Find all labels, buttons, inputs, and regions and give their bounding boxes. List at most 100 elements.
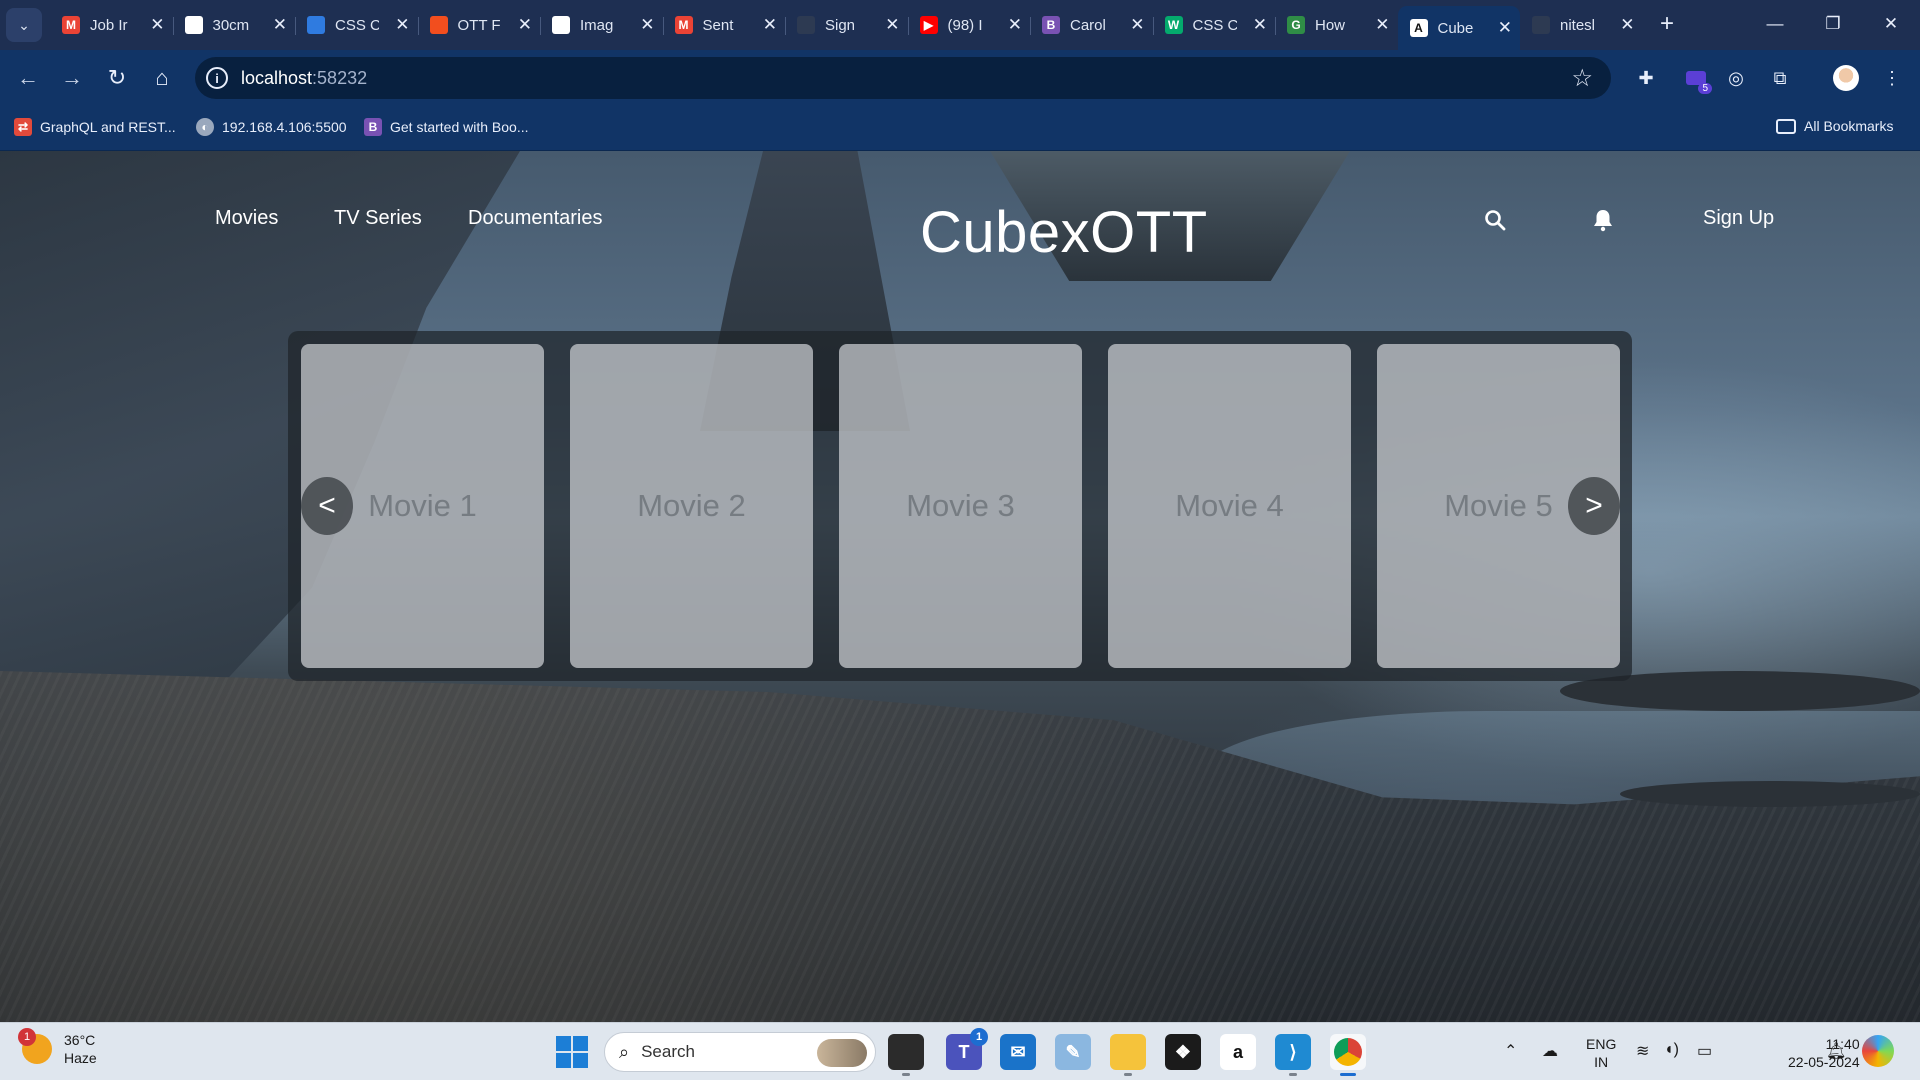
sync-extension-icon[interactable]: ◎ xyxy=(1720,62,1752,94)
profile-avatar[interactable] xyxy=(1830,62,1862,94)
restore-button[interactable]: ❐ xyxy=(1804,0,1862,48)
movie-card[interactable]: Movie 4 xyxy=(1108,344,1351,668)
copilot-icon[interactable] xyxy=(1862,1035,1894,1067)
nav-link-movies[interactable]: Movies xyxy=(215,207,278,230)
browser-tab[interactable]: B Carol ✕ xyxy=(1030,6,1153,44)
file-explorer-icon[interactable] xyxy=(1110,1034,1146,1076)
close-tab-icon[interactable]: ✕ xyxy=(763,15,777,35)
notifications-button[interactable] xyxy=(1586,203,1620,237)
url-host: localhost xyxy=(241,68,313,88)
bookmarks-bar: ⇄ GraphQL and REST... ◐ 192.168.4.106:55… xyxy=(0,106,1920,151)
carousel-prev-button[interactable]: < xyxy=(301,477,353,535)
home-button[interactable]: ⌂ xyxy=(142,58,182,98)
movie-card[interactable]: Movie 2 xyxy=(570,344,813,668)
back-button[interactable]: ← xyxy=(8,58,48,98)
bookmark-item-bootstrap[interactable]: B Get started with Boo... xyxy=(364,118,529,136)
close-tab-icon[interactable]: ✕ xyxy=(1620,15,1634,35)
tab-title: OTT F xyxy=(457,16,501,34)
browser-tab[interactable]: ▶ (98) I ✕ xyxy=(907,6,1031,44)
browser-tab[interactable]: G How ✕ xyxy=(1275,6,1398,44)
gmail-icon: M xyxy=(674,16,693,34)
sign-up-link[interactable]: Sign Up xyxy=(1703,207,1774,230)
browser-tab[interactable]: A Cube ✕ xyxy=(1397,6,1520,50)
new-tab-button[interactable]: + xyxy=(1651,8,1683,40)
browser-tab[interactable]: 30cm ✕ xyxy=(172,6,296,44)
extension-icon[interactable]: ✚ xyxy=(1630,62,1662,94)
browser-tab[interactable]: M Sent ✕ xyxy=(662,6,786,44)
amazon-icon[interactable]: a xyxy=(1220,1034,1256,1070)
tray-overflow-icon[interactable]: ⌃ xyxy=(1504,1041,1517,1061)
background-island xyxy=(1620,781,1920,807)
arrow-left-icon: ← xyxy=(17,65,39,90)
weather-widget[interactable]: 1 36°C Haze xyxy=(18,1028,97,1067)
tab-search-button[interactable]: ⌄ xyxy=(6,8,42,42)
address-bar[interactable]: i localhost:58232 ☆ xyxy=(195,57,1611,99)
reload-button[interactable]: ↻ xyxy=(97,58,137,98)
browser-tab[interactable]: W CSS C ✕ xyxy=(1152,6,1276,44)
browser-tab[interactable]: Imag ✕ xyxy=(540,6,663,44)
kebab-menu-icon[interactable]: ⋮ xyxy=(1876,62,1908,94)
carousel-next-button[interactable]: > xyxy=(1568,477,1620,535)
dropbox-icon[interactable]: ❖ xyxy=(1165,1034,1201,1070)
clock-date: 22-05-2024 xyxy=(1788,1054,1860,1070)
bookmark-star-icon[interactable]: ☆ xyxy=(1571,64,1593,93)
puzzle-extensions-icon[interactable]: ⧉ xyxy=(1764,62,1796,94)
weather-sun-icon: 1 xyxy=(18,1028,52,1064)
window-controls: — ❐ ✕ xyxy=(1746,0,1920,48)
close-tab-icon[interactable]: ✕ xyxy=(1375,15,1389,35)
browser-tab[interactable]: CSS C ✕ xyxy=(295,6,418,44)
close-tab-icon[interactable]: ✕ xyxy=(1498,18,1512,38)
task-view-icon[interactable] xyxy=(888,1034,924,1076)
close-tab-icon[interactable]: ✕ xyxy=(1008,15,1022,35)
bookmark-label: GraphQL and REST... xyxy=(40,119,176,135)
nav-link-documentaries[interactable]: Documentaries xyxy=(468,207,603,230)
volume-icon[interactable]: ◖) xyxy=(1664,1041,1679,1059)
bookmark-item-local-ip[interactable]: ◐ 192.168.4.106:5500 xyxy=(196,118,347,136)
movie-carousel: Movie 1 Movie 2 Movie 3 Movie 4 Movie 5 … xyxy=(288,331,1632,681)
graphql-icon: ⇄ xyxy=(14,118,32,136)
close-tab-icon[interactable]: ✕ xyxy=(518,15,532,35)
browser-toolbar: ← → ↻ ⌂ i localhost:58232 ☆ ✚ 5 ◎ ⧉ ⋮ xyxy=(0,50,1920,106)
close-tab-icon[interactable]: ✕ xyxy=(395,15,409,35)
close-tab-icon[interactable]: ✕ xyxy=(273,15,287,35)
extension-badge-icon[interactable]: 5 xyxy=(1680,62,1712,94)
mail-icon[interactable]: ✉ xyxy=(1000,1034,1036,1070)
all-bookmarks-button[interactable]: All Bookmarks xyxy=(1776,118,1893,134)
search-button[interactable] xyxy=(1478,203,1512,237)
minimize-button[interactable]: — xyxy=(1746,0,1804,48)
close-tab-icon[interactable]: ✕ xyxy=(640,15,654,35)
movie-card[interactable]: Movie 3 xyxy=(839,344,1082,668)
system-clock[interactable]: 11:40 22-05-2024 xyxy=(1788,1035,1860,1071)
battery-icon[interactable]: ▭ xyxy=(1697,1041,1712,1061)
close-tab-icon[interactable]: ✕ xyxy=(150,15,164,35)
close-tab-icon[interactable]: ✕ xyxy=(885,15,899,35)
forward-button[interactable]: → xyxy=(52,58,92,98)
site-logo[interactable]: CubexOTT xyxy=(920,199,1208,266)
react-a-icon: A xyxy=(1409,19,1428,37)
weather-badge: 1 xyxy=(18,1028,36,1046)
close-window-button[interactable]: ✕ xyxy=(1862,0,1920,48)
browser-tab[interactable]: Sign ✕ xyxy=(785,6,908,44)
onedrive-icon[interactable]: ☁ xyxy=(1542,1041,1558,1061)
vscode-icon[interactable]: ⟩ xyxy=(1275,1034,1311,1076)
input-language[interactable]: ENG IN xyxy=(1586,1035,1616,1071)
paint-icon[interactable]: ✎ xyxy=(1055,1034,1091,1070)
nav-link-tv-series[interactable]: TV Series xyxy=(334,207,422,230)
wifi-icon[interactable]: ≋ xyxy=(1636,1041,1649,1061)
browser-tab[interactable]: nitesl ✕ xyxy=(1520,6,1643,44)
start-button[interactable] xyxy=(556,1036,588,1068)
browser-tab[interactable]: OTT F ✕ xyxy=(417,6,541,44)
notification-bell-icon[interactable]: 🔔︎ xyxy=(1826,1041,1846,1061)
browser-tab[interactable]: M Job Ir ✕ xyxy=(50,6,173,44)
close-tab-icon[interactable]: ✕ xyxy=(1130,15,1144,35)
address-url[interactable]: localhost:58232 xyxy=(241,68,367,89)
site-info-icon[interactable]: i xyxy=(206,67,228,89)
teams-icon[interactable]: T1 xyxy=(946,1028,988,1070)
taskbar-search[interactable]: ⌕ Search xyxy=(604,1032,876,1072)
chrome-icon[interactable] xyxy=(1330,1034,1366,1076)
close-tab-icon[interactable]: ✕ xyxy=(1253,15,1267,35)
bookmark-item-graphql[interactable]: ⇄ GraphQL and REST... xyxy=(14,118,176,136)
arrow-right-icon: → xyxy=(61,65,83,90)
tab-strip: ⌄ M Job Ir ✕ 30cm ✕ CSS C ✕ OTT F ✕ Imag ✕ M Sent ✕ Si… xyxy=(0,0,1920,50)
tab-title: How xyxy=(1315,16,1346,34)
